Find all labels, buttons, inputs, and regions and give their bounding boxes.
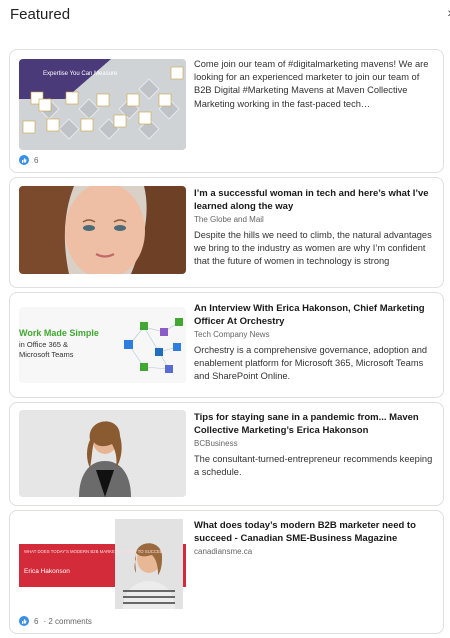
featured-card-article[interactable]: Tips for staying sane in a pandemic from… [9,402,444,506]
article-description: The consultant-turned-entrepreneur recom… [194,454,433,478]
svg-text:Erica Hakonson: Erica Hakonson [24,568,70,575]
thumb-title: Expertise You Can Measure [43,71,118,77]
article-source: The Globe and Mail [194,215,264,224]
post-image[interactable]: Expertise You Can Measure [19,59,186,150]
article-description: Despite the hills we need to climb, the … [194,230,432,267]
featured-panel: Featured › [0,0,450,638]
post-social-counts[interactable]: 6 · 2 comments [19,616,92,626]
article-description: Orchestry is a comprehensive governance,… [194,345,428,382]
article-image[interactable] [19,186,186,274]
article-title[interactable]: I’m a successful woman in tech and here’… [194,187,435,213]
svg-text:Work Made Simple: Work Made Simple [19,328,99,338]
svg-text:Microsoft Teams: Microsoft Teams [19,350,74,359]
article-title[interactable]: An Interview With Erica Hakonson, Chief … [194,302,435,328]
post-social-counts[interactable]: 6 [19,155,38,165]
article-image[interactable]: Work Made Simple in Office 365 & Microso… [19,307,186,383]
article-source: canadiansme.ca [194,547,253,556]
article-image[interactable]: WHAT DOES TODAY'S MODERN B2B MARKETER NE… [19,519,186,609]
like-icon [19,616,29,626]
article-source: BCBusiness [194,439,238,448]
featured-card-article[interactable]: Work Made Simple in Office 365 & Microso… [9,292,444,398]
svg-text:in Office 365 &: in Office 365 & [19,340,68,349]
article-title[interactable]: Tips for staying sane in a pandemic from… [194,411,435,437]
article-title[interactable]: What does today’s modern B2B marketer ne… [194,519,435,545]
section-title: Featured [10,6,71,23]
comment-count[interactable]: · 2 comments [43,617,91,626]
post-text[interactable]: Come join our team of #digitalmarketing … [194,58,435,111]
reaction-count: 6 [34,155,39,165]
featured-card-article[interactable]: WHAT DOES TODAY'S MODERN B2B MARKETER NE… [9,510,444,634]
article-image[interactable] [19,410,186,497]
article-source: Tech Company News [194,330,270,339]
featured-card-post[interactable]: Expertise You Can Measure Come join our … [9,49,444,173]
featured-card-article[interactable]: I’m a successful woman in tech and here’… [9,177,444,288]
svg-text:WHAT DOES TODAY'S MODERN B2B M: WHAT DOES TODAY'S MODERN B2B MARKETER NE… [24,549,166,554]
like-icon [19,155,29,165]
reaction-count: 6 [34,616,39,626]
